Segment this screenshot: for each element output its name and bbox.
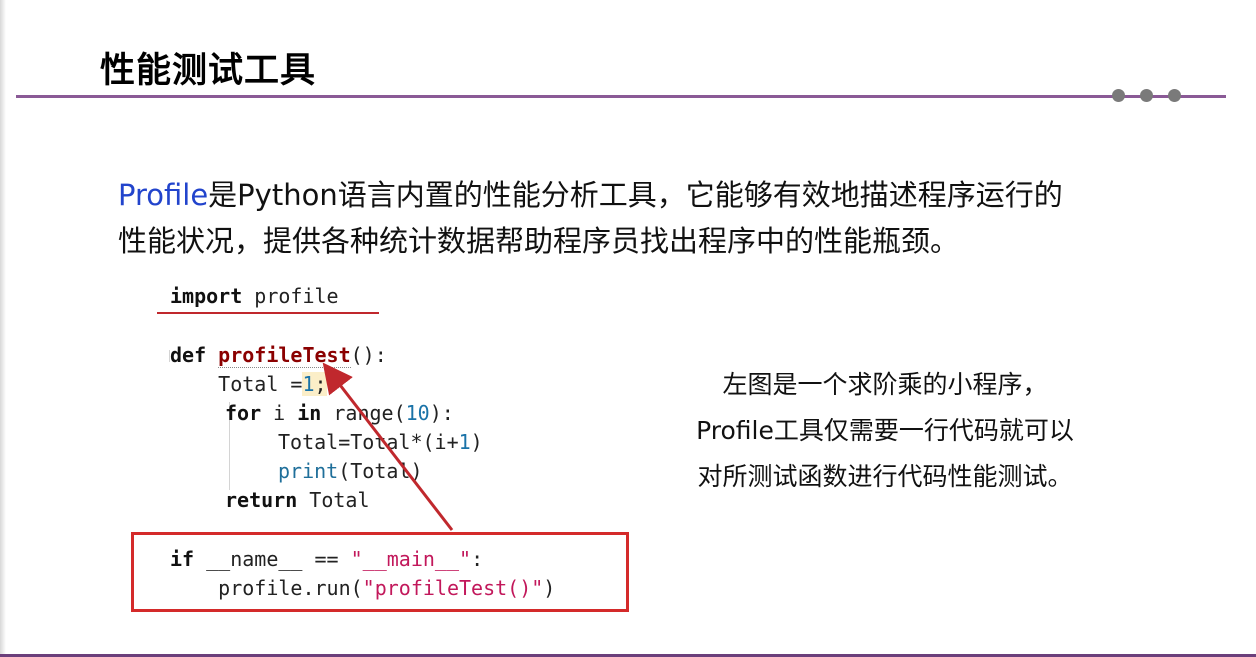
decor-dot-3: [1168, 89, 1181, 102]
side-note: 左图是一个求阶乘的小程序， Profile工具仅需要一行代码就可以 对所测试函数…: [660, 362, 1110, 500]
code-text: ): [470, 430, 483, 454]
title-divider: [16, 95, 1226, 98]
code-keyword: def: [170, 343, 207, 367]
code-text: ):: [429, 401, 454, 425]
code-line-multiply: Total=Total*(i+1): [278, 428, 483, 457]
slide: 性能测试工具 Profile是Python语言内置的性能分析工具，它能够有效地描…: [0, 0, 1256, 657]
code-text: ;: [314, 372, 327, 396]
code-text: Total: [297, 488, 370, 512]
code-line-def: def profileTest():: [170, 341, 387, 370]
code-keyword: import: [170, 284, 243, 308]
code-builtin: print: [278, 459, 339, 483]
side-note-line-3: 对所测试函数进行代码性能测试。: [697, 462, 1073, 491]
code-text: Total=Total*(i+: [278, 430, 459, 454]
code-line-print: print(Total): [278, 457, 423, 486]
slide-title: 性能测试工具: [100, 51, 317, 91]
code-number: 10: [405, 401, 430, 425]
code-number: 1: [458, 430, 471, 454]
side-note-line-1: 左图是一个求阶乘的小程序，: [722, 370, 1048, 399]
code-text: i: [261, 401, 298, 425]
main-block-highlight-box: [131, 532, 629, 612]
intro-highlight: Profile: [118, 178, 209, 212]
code-text: Total =: [170, 372, 303, 396]
decor-dot-2: [1140, 89, 1153, 102]
intro-line-2: 性能状况，提供各种统计数据帮助程序员找出程序中的性能瓶颈。: [118, 224, 960, 258]
side-note-line-2: Profile工具仅需要一行代码就可以: [696, 416, 1074, 445]
code-line-total: Total =1;: [170, 370, 327, 399]
code-keyword: in: [297, 401, 322, 425]
code-text: range(: [321, 401, 406, 425]
code-number: 1: [302, 372, 315, 396]
code-text: (Total): [338, 459, 423, 483]
code-line-import: import profile: [170, 282, 339, 311]
intro-line-1: Profile是Python语言内置的性能分析工具，它能够有效地描述程序运行的: [118, 172, 1178, 218]
code-text: profile: [242, 284, 339, 308]
code-function-name: profileTest: [218, 343, 351, 368]
decor-dot-1: [1112, 89, 1125, 102]
code-text: ():: [350, 343, 387, 367]
import-underline: [157, 312, 379, 314]
code-line-for: for i in range(10):: [225, 399, 454, 428]
intro-line-1-rest: 是Python语言内置的性能分析工具，它能够有效地描述程序运行的: [208, 178, 1063, 212]
code-keyword: for: [225, 401, 262, 425]
slide-left-edge: [0, 0, 6, 657]
intro-paragraph: Profile是Python语言内置的性能分析工具，它能够有效地描述程序运行的 …: [118, 172, 1178, 264]
code-keyword: return: [225, 488, 298, 512]
code-line-return: return Total: [225, 486, 370, 515]
